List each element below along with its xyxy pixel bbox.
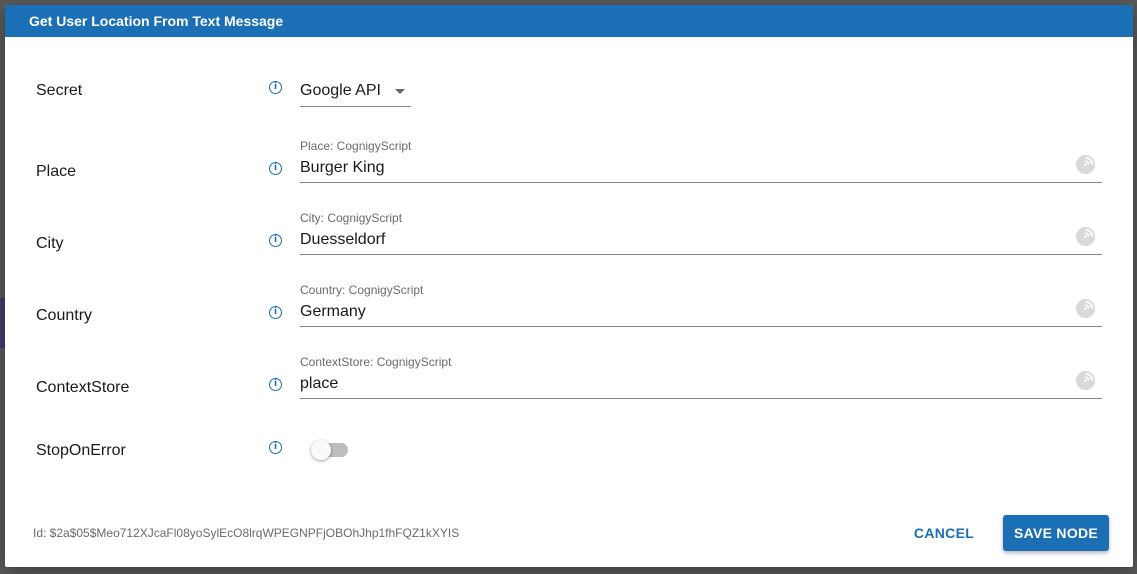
chevron-down-icon	[395, 89, 405, 94]
info-icon[interactable]: i	[269, 81, 282, 94]
cognigy-script-icon[interactable]	[1075, 226, 1096, 247]
node-edit-dialog: Get User Location From Text Message Secr…	[5, 5, 1133, 567]
context-store-underline	[300, 398, 1102, 399]
dialog-title: Get User Location From Text Message	[5, 5, 1133, 37]
info-icon[interactable]: i	[269, 234, 282, 247]
city-field: City: CognigyScript	[300, 211, 1102, 259]
cognigy-script-icon[interactable]	[1075, 154, 1096, 175]
city-underline	[300, 254, 1102, 255]
toggle-knob	[311, 440, 331, 460]
cognigy-script-icon[interactable]	[1075, 370, 1096, 391]
cancel-button[interactable]: CANCEL	[905, 516, 983, 550]
context-store-label: ContextStore	[36, 379, 130, 396]
country-floating-label: Country: CognigyScript	[300, 283, 424, 297]
context-store-floating-label: ContextStore: CognigyScript	[300, 355, 452, 369]
info-icon[interactable]: i	[269, 441, 282, 454]
country-underline	[300, 326, 1102, 327]
context-store-input[interactable]	[300, 372, 1070, 396]
cognigy-script-icon[interactable]	[1075, 298, 1096, 319]
node-id-text: Id: $2a$05$Meo712XJcaFl08yoSylEcO8lrqWPE…	[33, 526, 460, 540]
stop-on-error-toggle[interactable]	[311, 440, 348, 460]
country-input[interactable]	[300, 300, 1070, 324]
place-input[interactable]	[300, 156, 1070, 180]
save-node-button[interactable]: SAVE NODE	[1003, 515, 1109, 551]
city-input[interactable]	[300, 228, 1070, 252]
stop-on-error-label: StopOnError	[36, 442, 126, 459]
place-underline	[300, 182, 1102, 183]
country-label: Country	[36, 307, 93, 324]
place-floating-label: Place: CognigyScript	[300, 139, 412, 153]
city-label: City	[36, 235, 64, 252]
info-icon[interactable]: i	[269, 306, 282, 319]
secret-select[interactable]: Google API	[300, 77, 411, 107]
context-store-field: ContextStore: CognigyScript	[300, 355, 1102, 403]
secret-select-value: Google API	[300, 82, 381, 99]
city-floating-label: City: CognigyScript	[300, 211, 403, 225]
place-label: Place	[36, 163, 77, 180]
info-icon[interactable]: i	[269, 378, 282, 391]
secret-label: Secret	[36, 82, 83, 99]
place-field: Place: CognigyScript	[300, 139, 1102, 187]
info-icon[interactable]: i	[269, 162, 282, 175]
country-field: Country: CognigyScript	[300, 283, 1102, 331]
